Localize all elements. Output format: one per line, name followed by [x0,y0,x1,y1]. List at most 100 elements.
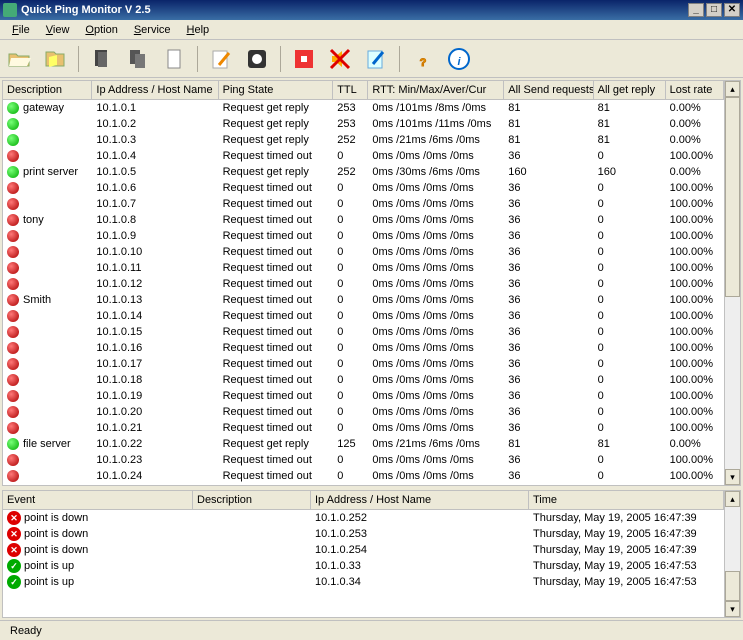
cell-reply: 81 [594,438,666,450]
table-row[interactable]: 10.1.0.12Request timed out00ms /0ms /0ms… [3,276,724,292]
cell-ip: 10.1.0.8 [92,214,218,226]
save-button[interactable] [40,44,70,74]
cell-desc: print server [23,166,78,178]
table-row[interactable]: file server10.1.0.22Request get reply125… [3,436,724,452]
notepad-button[interactable] [206,44,236,74]
event-time: Thursday, May 19, 2005 16:47:53 [529,576,724,588]
open-folder-button[interactable] [4,44,34,74]
window-title: Quick Ping Monitor V 2.5 [21,4,686,16]
edit-button[interactable] [361,44,391,74]
table-row[interactable]: 10.1.0.4Request timed out00ms /0ms /0ms … [3,148,724,164]
ecol-ip[interactable]: Ip Address / Host Name [311,491,529,509]
titlebar[interactable]: Quick Ping Monitor V 2.5 _ □ ✕ [0,0,743,20]
col-ttl[interactable]: TTL [333,81,368,99]
table-row[interactable]: 10.1.0.6Request timed out00ms /0ms /0ms … [3,180,724,196]
settings-button[interactable] [242,44,272,74]
table-row[interactable]: 10.1.0.11Request timed out00ms /0ms /0ms… [3,260,724,276]
menu-help[interactable]: Help [179,22,218,38]
menu-file[interactable]: File [4,22,38,38]
table-row[interactable]: tony10.1.0.8Request timed out00ms /0ms /… [3,212,724,228]
event-ip: 10.1.0.33 [311,560,529,572]
event-row[interactable]: ✕point is down10.1.0.252Thursday, May 19… [3,510,724,526]
minimize-button[interactable]: _ [688,3,704,17]
app-icon [3,3,17,17]
col-rtt[interactable]: RTT: Min/Max/Aver/Cur [368,81,504,99]
table-row[interactable]: gateway10.1.0.1Request get reply2530ms /… [3,100,724,116]
status-dot-icon [7,454,19,466]
table-row[interactable]: 10.1.0.21Request timed out00ms /0ms /0ms… [3,420,724,436]
cell-send: 81 [504,118,593,130]
cell-lost: 100.00% [666,390,724,402]
cell-lost: 100.00% [666,214,724,226]
status-dot-icon [7,470,19,482]
table-row[interactable]: 10.1.0.17Request timed out00ms /0ms /0ms… [3,356,724,372]
event-scroll-up-button[interactable]: ▴ [725,491,740,507]
table-row[interactable]: print server10.1.0.5Request get reply252… [3,164,724,180]
maximize-button[interactable]: □ [706,3,722,17]
cell-reply: 0 [594,214,666,226]
copy-button[interactable] [123,44,153,74]
table-row[interactable]: 10.1.0.9Request timed out00ms /0ms /0ms … [3,228,724,244]
table-row[interactable]: 10.1.0.7Request timed out00ms /0ms /0ms … [3,196,724,212]
table-row[interactable]: 10.1.0.2Request get reply2530ms /101ms /… [3,116,724,132]
table-row[interactable]: 10.1.0.19Request timed out00ms /0ms /0ms… [3,388,724,404]
col-send[interactable]: All Send requests [504,81,593,99]
scroll-thumb[interactable] [725,97,740,297]
col-reply[interactable]: All get reply [594,81,666,99]
menu-view[interactable]: View [38,22,78,38]
menu-service[interactable]: Service [126,22,179,38]
table-row[interactable]: 10.1.0.23Request timed out00ms /0ms /0ms… [3,452,724,468]
event-row[interactable]: ✓point is up10.1.0.34Thursday, May 19, 2… [3,574,724,590]
col-lost[interactable]: Lost rate [666,81,724,99]
table-row[interactable]: 10.1.0.16Request timed out00ms /0ms /0ms… [3,340,724,356]
table-row[interactable]: 10.1.0.24Request timed out00ms /0ms /0ms… [3,468,724,484]
scroll-up-button[interactable]: ▴ [725,81,740,97]
cell-reply: 0 [594,358,666,370]
help-button[interactable]: ? [408,44,438,74]
cell-lost: 100.00% [666,278,724,290]
cell-desc: Smith [23,294,51,306]
table-row[interactable]: Smith10.1.0.13Request timed out00ms /0ms… [3,292,724,308]
stop-button[interactable] [289,44,319,74]
col-description[interactable]: Description [3,81,92,99]
ecol-event[interactable]: Event [3,491,193,509]
col-ip[interactable]: Ip Address / Host Name [92,81,218,99]
cell-rtt: 0ms /0ms /0ms /0ms [368,198,504,210]
cell-state: Request timed out [219,246,334,258]
table-row[interactable]: 10.1.0.3Request get reply2520ms /21ms /6… [3,132,724,148]
cell-state: Request timed out [219,342,334,354]
event-scroll-thumb[interactable] [725,571,740,601]
cell-state: Request timed out [219,374,334,386]
main-scrollbar[interactable]: ▴ ▾ [724,81,740,485]
ecol-time[interactable]: Time [529,491,724,509]
cell-ttl: 0 [333,198,368,210]
cell-ttl: 0 [333,214,368,226]
event-row[interactable]: ✕point is down10.1.0.253Thursday, May 19… [3,526,724,542]
event-row[interactable]: ✓point is up10.1.0.33Thursday, May 19, 2… [3,558,724,574]
status-dot-icon [7,246,19,258]
cell-ip: 10.1.0.13 [92,294,218,306]
ecol-desc[interactable]: Description [193,491,311,509]
table-row[interactable]: 10.1.0.20Request timed out00ms /0ms /0ms… [3,404,724,420]
table-row[interactable]: 10.1.0.15Request timed out00ms /0ms /0ms… [3,324,724,340]
scroll-down-button[interactable]: ▾ [725,469,740,485]
about-button[interactable]: i [444,44,474,74]
menu-option[interactable]: Option [77,22,125,38]
event-scroll-down-button[interactable]: ▾ [725,601,740,617]
table-row[interactable]: 10.1.0.14Request timed out00ms /0ms /0ms… [3,308,724,324]
close-button[interactable]: ✕ [724,3,740,17]
new-doc-button[interactable] [87,44,117,74]
col-state[interactable]: Ping State [219,81,334,99]
table-row[interactable]: 10.1.0.18Request timed out00ms /0ms /0ms… [3,372,724,388]
page-button[interactable] [159,44,189,74]
cell-state: Request get reply [219,134,334,146]
cell-state: Request timed out [219,150,334,162]
cell-state: Request timed out [219,454,334,466]
event-row[interactable]: ✕point is down10.1.0.254Thursday, May 19… [3,542,724,558]
event-scrollbar[interactable]: ▴ ▾ [724,491,740,617]
cell-ttl: 0 [333,406,368,418]
table-row[interactable]: 10.1.0.10Request timed out00ms /0ms /0ms… [3,244,724,260]
cell-send: 36 [504,150,593,162]
mute-button[interactable] [325,44,355,74]
cell-lost: 0.00% [666,166,724,178]
